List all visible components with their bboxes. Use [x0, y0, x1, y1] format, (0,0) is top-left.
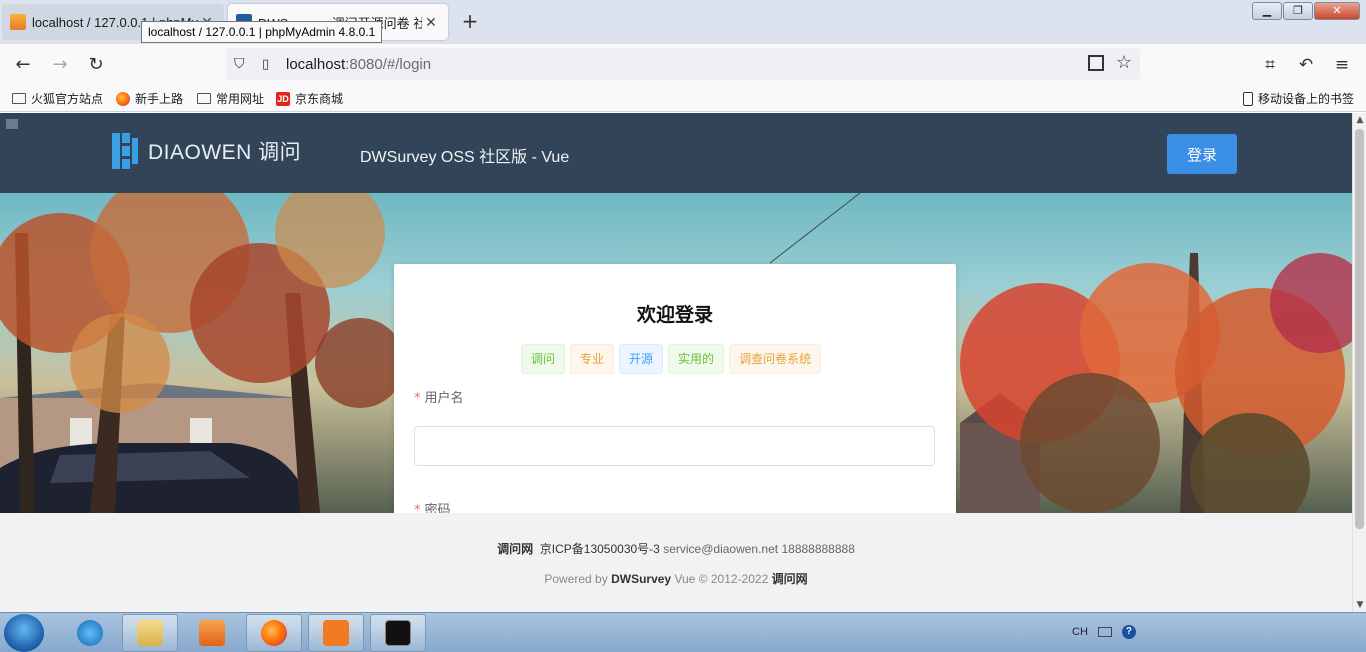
internet-explorer-icon: [77, 620, 103, 646]
bookmarks-bar: 火狐官方站点 新手上路 常用网址 JD 京东商城 移动设备上的书签: [0, 86, 1366, 112]
footer-brand-2[interactable]: 调问网: [772, 572, 808, 586]
keyboard-icon[interactable]: [1097, 627, 1112, 637]
taskbar-cmd[interactable]: [370, 614, 426, 652]
qr-code-icon[interactable]: [1088, 55, 1104, 71]
minimize-button[interactable]: ▁: [1252, 2, 1282, 20]
folder-icon: [197, 93, 211, 104]
back-icon[interactable]: ←: [12, 54, 34, 76]
diaowen-logo-icon: [112, 133, 138, 169]
language-indicator[interactable]: CH: [1072, 626, 1088, 638]
taskbar-ie[interactable]: [62, 614, 118, 652]
footer-line-2: Powered by DWSurvey Vue © 2012-2022 调问网: [544, 572, 808, 586]
taskbar-explorer[interactable]: [122, 614, 178, 652]
footer-email[interactable]: service@diaowen.net: [663, 542, 778, 556]
logo-text: DIAOWEN 调问: [148, 141, 302, 164]
bookmark-item[interactable]: JD 京东商城: [276, 90, 343, 107]
bookmark-item[interactable]: 新手上路: [116, 90, 183, 107]
taskbar-xampp[interactable]: [308, 614, 364, 652]
start-button[interactable]: [4, 614, 44, 652]
shield-icon[interactable]: ⛉: [234, 56, 250, 72]
reload-icon[interactable]: ↻: [85, 54, 107, 76]
scroll-down-icon[interactable]: ▼: [1353, 598, 1366, 612]
terminal-icon: [385, 620, 411, 646]
tab-strip: localhost / 127.0.0.1 | phpMyAdmin 4.8.0…: [0, 0, 1366, 44]
mobile-icon: [1243, 91, 1253, 106]
tag: 开源: [619, 344, 664, 374]
footer-brand[interactable]: 调问网: [497, 542, 533, 556]
app-subtitle: DWSurvey OSS 社区版 - Vue: [360, 149, 570, 166]
menu-icon[interactable]: ≡: [1331, 54, 1353, 76]
page-footer: 调问网 京ICP备13050030号-3 service@diaowen.net…: [0, 513, 1352, 612]
folder-icon: [137, 620, 163, 646]
maximize-button[interactable]: ❐: [1283, 2, 1313, 20]
address-bar[interactable]: ⛉ ▯ localhost:8080/#/login ☆: [226, 48, 1140, 80]
footer-phone: 18888888888: [781, 542, 855, 556]
crop-icon[interactable]: ⌗: [1259, 54, 1281, 76]
url-text[interactable]: localhost:8080/#/login: [286, 56, 431, 73]
footer-line-1: 调问网 京ICP备13050030号-3 service@diaowen.net…: [0, 540, 1352, 557]
bookmark-star-icon[interactable]: ☆: [1116, 52, 1132, 73]
tag: 专业: [570, 344, 615, 374]
firefox-icon: [116, 91, 130, 106]
tag-list: 调问 专业 开源 实用的 调查问卷系统: [521, 344, 822, 374]
required-marker: *: [414, 391, 421, 406]
bookmark-item[interactable]: 常用网址: [197, 90, 264, 107]
page-icon[interactable]: ▯: [262, 57, 276, 72]
page-scrollbar[interactable]: ▲ ▼: [1352, 113, 1366, 612]
folder-icon: [12, 93, 26, 104]
tag: 调问: [521, 344, 566, 374]
logo[interactable]: DIAOWEN 调问: [112, 133, 301, 169]
forward-icon[interactable]: →: [49, 54, 71, 76]
tag: 调查问卷系统: [729, 344, 822, 374]
mobile-bookmarks[interactable]: 移动设备上的书签: [1243, 90, 1354, 107]
footer-icp[interactable]: 京ICP备13050030号-3: [540, 542, 660, 556]
username-input[interactable]: [414, 426, 935, 466]
tab-tooltip: localhost / 127.0.0.1 | phpMyAdmin 4.8.0…: [141, 21, 383, 43]
jd-icon: JD: [276, 91, 290, 106]
username-label: * 用户名: [414, 391, 464, 406]
taskbar: CH ?: [0, 612, 1366, 652]
help-icon[interactable]: ?: [1121, 625, 1136, 639]
system-tray: CH ?: [1072, 625, 1136, 639]
close-window-button[interactable]: ✕: [1314, 2, 1360, 20]
login-button[interactable]: 登录: [1167, 134, 1237, 174]
login-card: 欢迎登录 调问 专业 开源 实用的 调查问卷系统 * 用户名 * 密码: [394, 264, 956, 524]
undo-icon[interactable]: ↶: [1295, 54, 1317, 76]
navigation-bar: ← → ↻ ⛉ ▯ localhost:8080/#/login ☆ ⌗ ↶ ≡: [0, 44, 1366, 86]
page-viewport: DIAOWEN 调问 DWSurvey OSS 社区版 - Vue 登录 欢迎登…: [0, 113, 1352, 612]
app-header: DIAOWEN 调问 DWSurvey OSS 社区版 - Vue 登录: [0, 113, 1352, 193]
xampp-icon: [323, 620, 349, 646]
close-tab-icon[interactable]: ✕: [422, 14, 440, 31]
bookmark-item[interactable]: 火狐官方站点: [12, 90, 103, 107]
taskbar-media[interactable]: [184, 614, 240, 652]
page-corner-icon: [6, 119, 18, 129]
taskbar-firefox[interactable]: [246, 614, 302, 652]
scroll-thumb[interactable]: [1355, 129, 1364, 529]
media-player-icon: [199, 620, 225, 646]
firefox-icon: [261, 620, 287, 646]
login-title: 欢迎登录: [636, 304, 713, 326]
scroll-up-icon[interactable]: ▲: [1353, 113, 1366, 127]
tag: 实用的: [668, 344, 725, 374]
new-tab-button[interactable]: +: [458, 9, 482, 33]
phpmyadmin-icon: [10, 14, 26, 30]
window-controls: ▁ ❐ ✕: [1252, 2, 1360, 20]
footer-product[interactable]: DWSurvey: [611, 572, 671, 586]
